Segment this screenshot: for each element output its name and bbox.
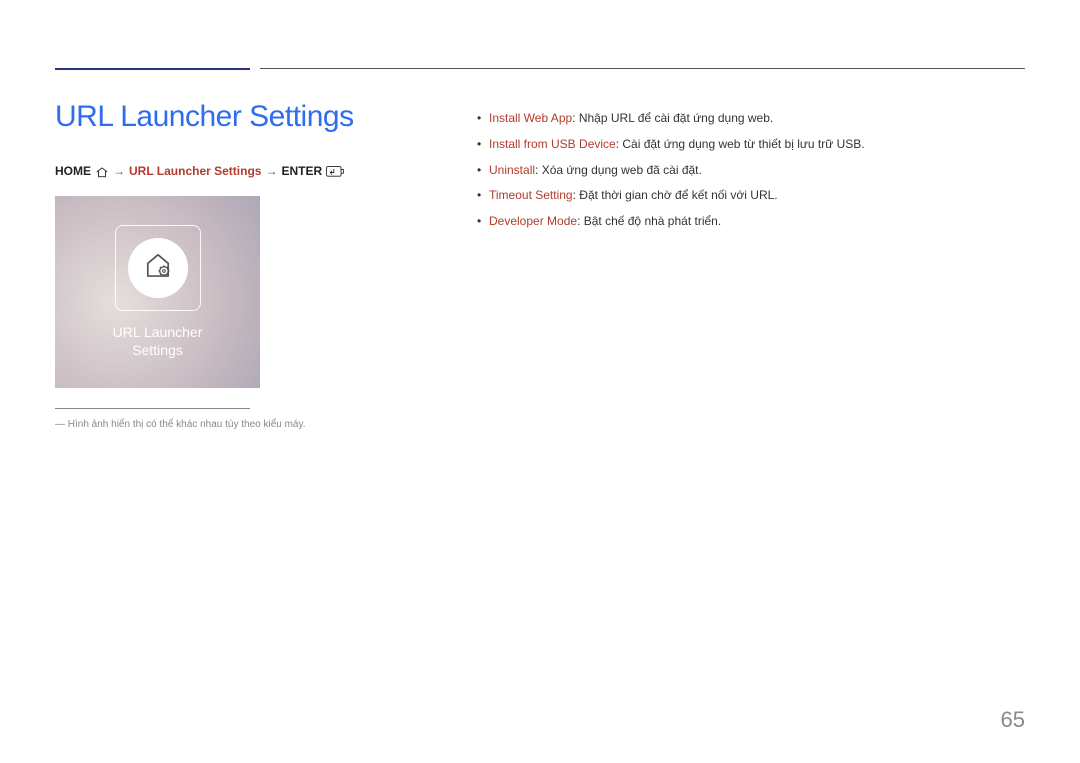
content-columns: URL Launcher Settings HOME → URL Launche…	[55, 100, 1025, 430]
option-name: Developer Mode	[489, 214, 577, 228]
card-label-line1: URL Launcher	[113, 323, 203, 341]
option-name: Uninstall	[489, 163, 535, 177]
document-page: URL Launcher Settings HOME → URL Launche…	[0, 0, 1080, 763]
breadcrumb-enter: ENTER	[281, 164, 322, 178]
thin-rule	[260, 68, 1025, 69]
feature-card: URL Launcher Settings	[55, 196, 260, 388]
list-item: Install from USB Device: Cài đặt ứng dụn…	[475, 136, 1025, 153]
card-icon-circle	[128, 238, 188, 298]
option-name: Install Web App	[489, 111, 572, 125]
list-item: Uninstall: Xóa ứng dụng web đã cài đặt.	[475, 162, 1025, 179]
footnote: ― Hình ảnh hiển thị có thể khác nhau tùy…	[55, 419, 445, 430]
option-name: Timeout Setting	[489, 188, 573, 202]
option-name: Install from USB Device	[489, 137, 616, 151]
enter-icon	[326, 164, 344, 178]
option-desc: : Xóa ứng dụng web đã cài đặt.	[535, 163, 702, 177]
option-desc: : Đặt thời gian chờ để kết nối với URL.	[573, 188, 778, 202]
home-icon	[95, 164, 109, 178]
breadcrumb-arrow-1: →	[113, 164, 125, 178]
breadcrumb-arrow-2: →	[265, 164, 277, 178]
page-title: URL Launcher Settings	[55, 100, 445, 134]
option-desc: : Cài đặt ứng dụng web từ thiết bị lưu t…	[616, 137, 865, 151]
right-column: Install Web App: Nhập URL để cài đặt ứng…	[475, 100, 1025, 430]
list-item: Install Web App: Nhập URL để cài đặt ứng…	[475, 110, 1025, 127]
left-column: URL Launcher Settings HOME → URL Launche…	[55, 100, 445, 430]
footnote-separator	[55, 408, 250, 409]
option-desc: : Bật chế độ nhà phát triển.	[577, 214, 721, 228]
options-list: Install Web App: Nhập URL để cài đặt ứng…	[475, 110, 1025, 230]
breadcrumb: HOME → URL Launcher Settings → ENTER	[55, 164, 445, 178]
top-rule	[55, 60, 1025, 70]
card-icon-frame	[115, 225, 201, 311]
list-item: Timeout Setting: Đặt thời gian chờ để kế…	[475, 187, 1025, 204]
breadcrumb-path: URL Launcher Settings	[129, 164, 261, 178]
home-gear-icon	[141, 248, 175, 287]
list-item: Developer Mode: Bật chế độ nhà phát triể…	[475, 213, 1025, 230]
card-label-line2: Settings	[113, 341, 203, 359]
page-number: 65	[1001, 707, 1025, 733]
breadcrumb-home: HOME	[55, 164, 91, 178]
option-desc: : Nhập URL để cài đặt ứng dụng web.	[572, 111, 773, 125]
accent-bar	[55, 68, 250, 70]
card-label: URL Launcher Settings	[113, 323, 203, 359]
